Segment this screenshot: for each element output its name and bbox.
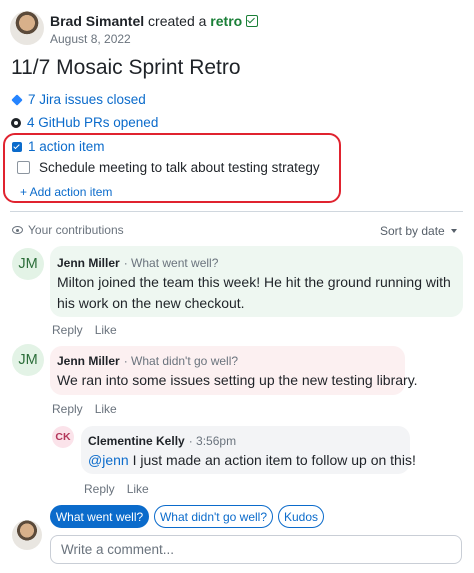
reply-button[interactable]: Reply <box>52 323 83 337</box>
jira-issues-link[interactable]: 7 Jira issues closed <box>11 92 146 107</box>
avatar[interactable]: CK <box>52 426 74 448</box>
add-action-item-button[interactable]: + Add action item <box>20 185 112 199</box>
reply-text: I just made an action item to follow up … <box>128 452 416 468</box>
action-item: Schedule meeting to talk about testing s… <box>17 160 320 175</box>
user-mention[interactable]: @jenn <box>88 452 129 468</box>
like-button[interactable]: Like <box>127 482 149 496</box>
eye-icon <box>12 226 23 234</box>
comment-header: Jenn Miller · What went well? <box>57 256 218 270</box>
jira-icon <box>11 93 23 106</box>
avatar[interactable]: JM <box>12 248 44 280</box>
comment-input[interactable]: Write a comment... <box>50 535 462 564</box>
reply-author[interactable]: Clementine Kelly <box>88 434 185 448</box>
created-text: created a <box>148 13 207 29</box>
comment-category: · What went well? <box>123 256 219 270</box>
comment-body: We ran into some issues setting up the n… <box>57 372 418 388</box>
author-line: Brad Simantel created a retro <box>50 13 259 29</box>
reply-button[interactable]: Reply <box>52 402 83 416</box>
like-button[interactable]: Like <box>95 323 117 337</box>
comment-actions: Reply Like <box>52 402 117 416</box>
comment-body: Milton joined the team this week! He hit… <box>57 274 451 311</box>
caret-down-icon <box>450 229 457 233</box>
comment-author[interactable]: Jenn Miller <box>57 354 120 368</box>
page-title: 11/7 Mosaic Sprint Retro <box>11 56 241 79</box>
action-items-toggle[interactable]: 1 action item <box>12 139 105 154</box>
avatar-initials: CK <box>55 431 71 443</box>
github-prs-label: 4 GitHub PRs opened <box>27 115 159 130</box>
jira-issues-label: 7 Jira issues closed <box>28 92 146 107</box>
reply-button[interactable]: Reply <box>84 482 115 496</box>
avatar-initials: JM <box>18 352 38 368</box>
avatar[interactable]: JM <box>12 344 44 376</box>
comment-actions: Reply Like <box>52 323 117 337</box>
chip-kudos[interactable]: Kudos <box>278 505 324 528</box>
comment-author[interactable]: Jenn Miller <box>57 256 120 270</box>
author-name[interactable]: Brad Simantel <box>50 13 144 29</box>
action-items-count: 1 action item <box>28 139 105 154</box>
avatar-initials: JM <box>18 256 38 272</box>
reply-timestamp: · 3:56pm <box>188 434 237 448</box>
author-avatar[interactable] <box>10 11 44 45</box>
retro-type-label: retro <box>210 13 243 29</box>
action-item-checkbox[interactable] <box>17 161 30 174</box>
reply-body: @jenn I just made an action item to foll… <box>88 450 416 471</box>
sort-label: Sort by date <box>380 224 445 238</box>
post-date: August 8, 2022 <box>50 32 131 46</box>
your-contributions-label: Your contributions <box>28 223 124 237</box>
reply-header: Clementine Kelly · 3:56pm <box>88 434 236 448</box>
your-contributions[interactable]: Your contributions <box>12 223 124 237</box>
comment-category: · What didn't go well? <box>123 354 239 368</box>
github-prs-link[interactable]: 4 GitHub PRs opened <box>11 115 158 130</box>
action-item-label: Schedule meeting to talk about testing s… <box>39 160 320 175</box>
sort-dropdown[interactable]: Sort by date <box>380 224 457 238</box>
reply-actions: Reply Like <box>84 482 149 496</box>
like-button[interactable]: Like <box>95 402 117 416</box>
chip-what-didnt-go-well[interactable]: What didn't go well? <box>154 505 273 528</box>
github-icon <box>11 117 21 128</box>
check-square-icon <box>246 15 259 27</box>
chip-what-went-well[interactable]: What went well? <box>50 505 149 528</box>
divider <box>10 211 463 212</box>
checked-box-icon <box>12 141 22 152</box>
current-user-avatar <box>12 520 42 550</box>
comment-header: Jenn Miller · What didn't go well? <box>57 354 238 368</box>
